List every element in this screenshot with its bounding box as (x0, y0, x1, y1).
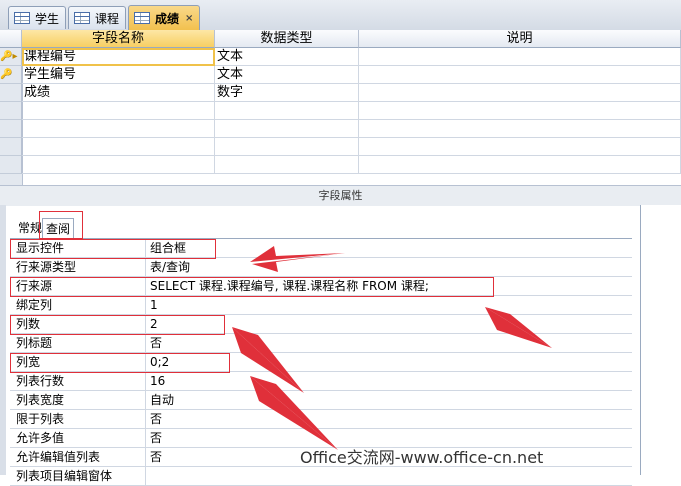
field-name-cell[interactable]: 成绩 (22, 84, 215, 102)
field-name-cell[interactable] (22, 120, 215, 138)
property-row-bound-column[interactable]: 绑定列 1 (10, 296, 632, 315)
property-value[interactable]: 16 (148, 372, 634, 391)
table-icon (74, 12, 90, 24)
table-row[interactable] (0, 138, 681, 156)
data-type-cell[interactable]: 文本 (215, 48, 359, 66)
description-cell[interactable] (359, 120, 681, 138)
property-value[interactable]: 1 (148, 296, 634, 315)
panel-edge (0, 205, 6, 475)
property-label: 限于列表 (10, 410, 146, 429)
field-name-cell[interactable] (22, 156, 215, 174)
row-selector[interactable] (0, 138, 22, 156)
tab-label: 成绩 (155, 11, 180, 26)
tab-students[interactable]: 学生 (8, 6, 67, 29)
property-row-list-rows[interactable]: 列表行数 16 (10, 372, 632, 391)
tab-courses[interactable]: 课程 (68, 6, 127, 29)
description-cell[interactable] (359, 66, 681, 84)
property-row-column-heads[interactable]: 列标题 否 (10, 334, 632, 353)
description-cell[interactable] (359, 156, 681, 174)
field-name-cell[interactable]: 学生编号 (22, 66, 215, 84)
property-label: 行来源类型 (10, 258, 146, 277)
data-type-cell[interactable] (215, 138, 359, 156)
data-type-cell[interactable]: 数字 (215, 84, 359, 102)
tab-label: 课程 (95, 11, 120, 26)
property-row-limit-to-list[interactable]: 限于列表 否 (10, 410, 632, 429)
property-label: 允许多值 (10, 429, 146, 448)
property-value[interactable] (148, 467, 634, 486)
header-field-name[interactable]: 字段名称 (22, 30, 215, 48)
highlight-column-count (10, 315, 225, 335)
property-value[interactable]: 否 (148, 410, 634, 429)
property-label: 绑定列 (10, 296, 146, 315)
property-value[interactable]: 自动 (148, 391, 634, 410)
highlight-column-widths (10, 353, 230, 373)
property-label: 列标题 (10, 334, 146, 353)
table-row[interactable] (0, 120, 681, 138)
property-value[interactable]: 表/查询 (148, 258, 634, 277)
header-data-type[interactable]: 数据类型 (215, 30, 359, 48)
data-type-cell[interactable] (215, 156, 359, 174)
select-all-corner[interactable] (0, 30, 22, 48)
key-icon[interactable]: 🔑 (0, 66, 22, 84)
field-name-cell[interactable] (22, 138, 215, 156)
object-tab-strip: 学生 课程 成绩 × (0, 0, 681, 31)
table-row[interactable] (0, 156, 681, 174)
data-type-cell[interactable]: 文本 (215, 66, 359, 84)
property-value[interactable]: 否 (148, 334, 634, 353)
description-cell[interactable] (359, 138, 681, 156)
property-row-list-width[interactable]: 列表宽度 自动 (10, 391, 632, 410)
description-cell[interactable] (359, 84, 681, 102)
row-selector[interactable] (0, 102, 22, 120)
key-current-icon[interactable]: 🔑▸ (0, 48, 22, 66)
field-name-cell[interactable]: 课程编号 (22, 48, 215, 66)
property-value[interactable]: 组合框 (148, 239, 634, 258)
property-label: 列表行数 (10, 372, 146, 391)
highlight-display-control (10, 239, 216, 259)
table-row[interactable]: 🔑▸ 课程编号 文本 (0, 48, 681, 66)
table-icon (14, 12, 30, 24)
row-selector[interactable] (0, 84, 22, 102)
property-label: 列表项目编辑窗体 (10, 467, 146, 486)
field-name-cell[interactable] (22, 102, 215, 120)
field-properties-title: 字段属性 (0, 185, 681, 206)
table-icon (134, 12, 150, 24)
data-type-cell[interactable] (215, 102, 359, 120)
row-selector[interactable] (0, 156, 22, 174)
field-design-grid: 字段名称 数据类型 说明 🔑▸ 课程编号 文本 🔑 学生编号 文本 成绩 数字 (0, 30, 681, 185)
header-description[interactable]: 说明 (359, 30, 681, 48)
description-cell[interactable] (359, 102, 681, 120)
property-row-row-source-type[interactable]: 行来源类型 表/查询 (10, 258, 632, 277)
property-label: 列表宽度 (10, 391, 146, 410)
property-label: 允许编辑值列表 (10, 448, 146, 467)
tab-grades[interactable]: 成绩 × (128, 5, 201, 30)
watermark: Office交流网-www.office-cn.net (300, 448, 544, 467)
table-row[interactable]: 成绩 数字 (0, 84, 681, 102)
row-selector[interactable] (0, 120, 22, 138)
property-row-list-items-edit-form[interactable]: 列表项目编辑窗体 (10, 467, 632, 486)
data-type-cell[interactable] (215, 120, 359, 138)
highlight-row-source (10, 277, 494, 297)
table-row[interactable] (0, 102, 681, 120)
table-row[interactable]: 🔑 学生编号 文本 (0, 66, 681, 84)
highlight-lookup-tab (39, 211, 83, 239)
description-cell[interactable] (359, 48, 681, 66)
tab-label: 学生 (35, 11, 60, 26)
property-help-panel (640, 205, 681, 475)
close-icon[interactable]: × (185, 13, 193, 24)
